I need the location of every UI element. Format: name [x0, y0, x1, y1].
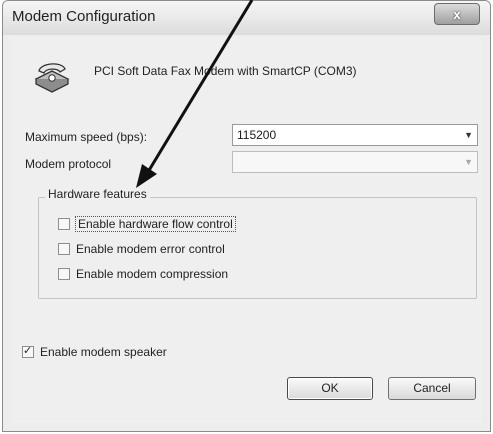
hardware-flow-control-checkbox[interactable]: Enable hardware flow control — [58, 216, 236, 232]
modem-speaker-checkbox[interactable]: Enable modem speaker — [22, 344, 167, 359]
chevron-down-icon: ▼ — [464, 157, 473, 167]
checkbox-label: Enable modem compression — [76, 267, 229, 281]
chevron-down-icon: ▼ — [464, 130, 473, 140]
modem-name: PCI Soft Data Fax Modem with SmartCP (CO… — [94, 64, 357, 78]
checkbox-box[interactable] — [22, 344, 34, 358]
checkbox-label: Enable modem speaker — [40, 345, 167, 359]
dialog-body: PCI Soft Data Fax Modem with SmartCP (CO… — [11, 37, 482, 423]
error-control-checkbox[interactable]: Enable modem error control — [58, 242, 225, 256]
max-speed-value: 115200 — [237, 128, 277, 142]
hardware-features-title: Hardware features — [45, 187, 150, 201]
title-bar[interactable]: Modem Configuration x — [3, 1, 490, 35]
max-speed-label: Maximum speed (bps): — [25, 130, 148, 144]
modem-configuration-dialog: Modem Configuration x PCI Soft Data Fax … — [2, 0, 491, 432]
checkbox-label: Enable modem error control — [76, 242, 225, 256]
ok-button[interactable]: OK — [287, 377, 373, 400]
max-speed-select[interactable]: 115200 ▼ — [232, 124, 478, 146]
modem-protocol-label: Modem protocol — [25, 157, 112, 171]
modem-protocol-select[interactable]: ▼ — [232, 151, 478, 173]
close-icon: x — [453, 6, 461, 22]
compression-checkbox[interactable]: Enable modem compression — [58, 267, 228, 281]
cancel-button[interactable]: Cancel — [388, 377, 476, 400]
dialog-title: Modem Configuration — [12, 8, 156, 25]
checkbox-box[interactable] — [58, 218, 70, 230]
close-button[interactable]: x — [434, 3, 480, 25]
checkbox-label: Enable hardware flow control — [75, 216, 236, 232]
modem-phone-icon — [34, 63, 70, 93]
checkbox-box[interactable] — [58, 268, 70, 280]
checkbox-box[interactable] — [58, 243, 70, 255]
